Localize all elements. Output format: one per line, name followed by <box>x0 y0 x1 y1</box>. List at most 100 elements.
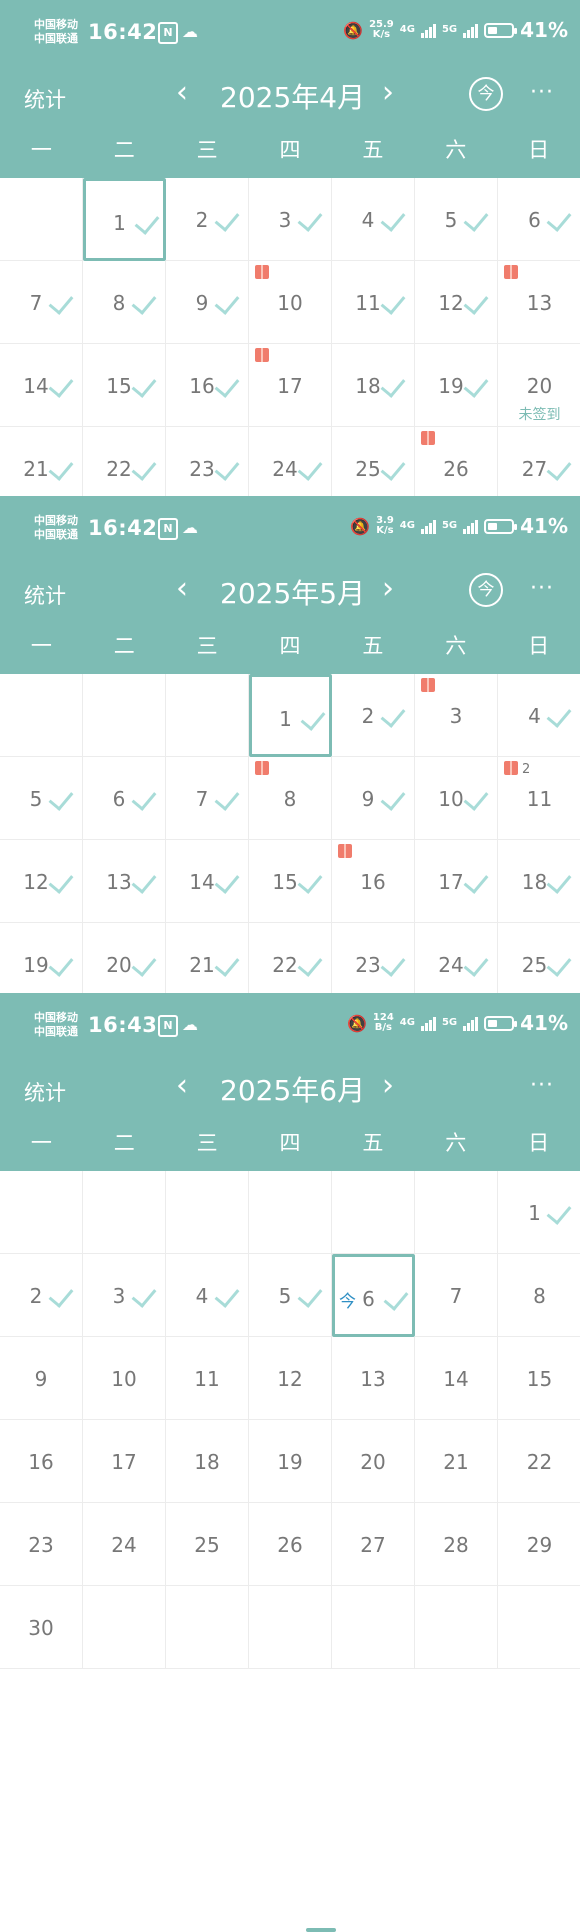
day-cell[interactable]: 2 <box>166 178 249 261</box>
statistics-button[interactable]: 统计 <box>24 1077 66 1107</box>
day-cell[interactable]: 2 <box>332 674 415 757</box>
statistics-button[interactable]: 统计 <box>24 84 66 114</box>
next-month-icon[interactable]: › <box>382 78 394 108</box>
day-cell[interactable]: 10 <box>415 757 498 840</box>
more-options-icon[interactable]: ··· <box>530 1073 554 1098</box>
today-button[interactable]: 今 <box>469 77 503 111</box>
day-cell[interactable]: 17 <box>249 344 332 427</box>
day-cell[interactable]: 21 <box>415 1420 498 1503</box>
day-cell[interactable]: 5 <box>249 1254 332 1337</box>
prev-month-icon[interactable]: ‹ <box>176 1071 188 1101</box>
day-cell[interactable]: 12 <box>0 840 83 923</box>
day-cell[interactable]: 4 <box>498 674 580 757</box>
day-cell[interactable]: 11 <box>166 1337 249 1420</box>
day-cell[interactable]: 7 <box>166 757 249 840</box>
day-cell[interactable]: 2 <box>0 1254 83 1337</box>
prev-month-icon[interactable]: ‹ <box>176 574 188 604</box>
day-cell[interactable]: 18 <box>166 1420 249 1503</box>
day-cell[interactable]: 1 <box>249 674 332 757</box>
day-cell[interactable]: 13 <box>332 1337 415 1420</box>
statistics-button[interactable]: 统计 <box>24 580 66 610</box>
day-cell[interactable]: 9 <box>166 261 249 344</box>
day-cell[interactable]: 29 <box>498 1503 580 1586</box>
day-cell[interactable]: 6 <box>83 757 166 840</box>
day-cell[interactable]: 17 <box>83 1420 166 1503</box>
network-5g: 5G <box>441 520 458 531</box>
day-cell[interactable]: 24 <box>83 1503 166 1586</box>
day-cell[interactable]: 16 <box>0 1420 83 1503</box>
gift-icon <box>255 265 269 279</box>
day-number: 10 <box>111 1367 137 1391</box>
empty-cell <box>83 1171 166 1254</box>
weekday-label: 二 <box>113 1131 135 1155</box>
day-cell[interactable]: 3 <box>415 674 498 757</box>
day-cell[interactable]: 1 <box>498 1171 580 1254</box>
day-cell[interactable]: 5 <box>415 178 498 261</box>
day-cell[interactable]: 25 <box>166 1503 249 1586</box>
network-speed: 25.9 K/s <box>369 20 394 40</box>
day-cell[interactable]: 12 <box>415 261 498 344</box>
day-cell[interactable]: 6今 <box>332 1254 415 1337</box>
day-cell[interactable]: 11 <box>332 261 415 344</box>
day-cell[interactable]: 14 <box>0 344 83 427</box>
day-cell[interactable]: 19 <box>415 344 498 427</box>
next-month-icon[interactable]: › <box>382 574 394 604</box>
day-number: 16 <box>28 1450 54 1474</box>
day-cell[interactable]: 20 未签到 <box>498 344 580 427</box>
more-options-icon[interactable]: ··· <box>530 80 554 105</box>
day-cell[interactable]: 5 <box>0 757 83 840</box>
weekday-label: 四 <box>279 634 301 658</box>
day-cell[interactable]: 19 <box>249 1420 332 1503</box>
day-cell[interactable]: 18 <box>332 344 415 427</box>
day-cell[interactable]: 10 <box>83 1337 166 1420</box>
day-cell[interactable]: 7 <box>415 1254 498 1337</box>
day-cell[interactable]: 3 <box>249 178 332 261</box>
day-cell[interactable]: 23 <box>0 1503 83 1586</box>
day-cell[interactable]: 17 <box>415 840 498 923</box>
day-cell[interactable]: 15 <box>249 840 332 923</box>
signal-icon <box>463 1015 479 1031</box>
day-cell[interactable]: 1 <box>83 178 166 261</box>
day-cell[interactable]: 8 <box>83 261 166 344</box>
day-cell[interactable]: 15 <box>83 344 166 427</box>
day-cell[interactable]: 3 <box>83 1254 166 1337</box>
empty-cell <box>498 1586 580 1669</box>
status-bar: 中国移动 中国联通 16:43 N ☁ 🔕 124 B/s 4G 5G 41% <box>0 993 580 1061</box>
prev-month-icon[interactable]: ‹ <box>176 78 188 108</box>
day-cell[interactable]: 4 <box>332 178 415 261</box>
day-cell[interactable]: 28 <box>415 1503 498 1586</box>
day-cell[interactable]: 8 <box>498 1254 580 1337</box>
day-cell[interactable]: 15 <box>498 1337 580 1420</box>
day-cell[interactable]: 16 <box>332 840 415 923</box>
day-cell[interactable]: 20 <box>332 1420 415 1503</box>
network-4g: 4G <box>399 520 415 531</box>
gift-icon <box>255 348 269 362</box>
day-cell[interactable]: 12 <box>249 1337 332 1420</box>
day-cell[interactable]: 9 <box>0 1337 83 1420</box>
day-number: 12 <box>277 1367 303 1391</box>
day-cell[interactable]: 7 <box>0 261 83 344</box>
day-cell[interactable]: 14 <box>415 1337 498 1420</box>
day-cell[interactable]: 8 <box>249 757 332 840</box>
next-month-icon[interactable]: › <box>382 1071 394 1101</box>
today-button[interactable]: 今 <box>469 573 503 607</box>
day-cell[interactable]: 22 <box>498 1420 580 1503</box>
day-cell[interactable]: 13 <box>498 261 580 344</box>
day-cell[interactable]: 14 <box>166 840 249 923</box>
day-cell[interactable]: 30 <box>0 1586 83 1669</box>
day-cell[interactable]: 10 <box>249 261 332 344</box>
day-cell[interactable]: 11 2 <box>498 757 580 840</box>
day-cell[interactable]: 27 <box>332 1503 415 1586</box>
wechat-icon: ☁ <box>182 518 198 537</box>
day-cell[interactable]: 9 <box>332 757 415 840</box>
day-cell[interactable]: 13 <box>83 840 166 923</box>
day-cell[interactable]: 16 <box>166 344 249 427</box>
day-cell[interactable]: 6 <box>498 178 580 261</box>
day-cell[interactable]: 4 <box>166 1254 249 1337</box>
day-number: 30 <box>28 1616 54 1640</box>
day-cell[interactable]: 26 <box>249 1503 332 1586</box>
day-cell[interactable]: 18 <box>498 840 580 923</box>
calendar-toolbar: 统计 ‹ 2025年5月 › 今 ··· <box>0 564 580 618</box>
signal-icon <box>420 22 436 38</box>
more-options-icon[interactable]: ··· <box>530 576 554 601</box>
